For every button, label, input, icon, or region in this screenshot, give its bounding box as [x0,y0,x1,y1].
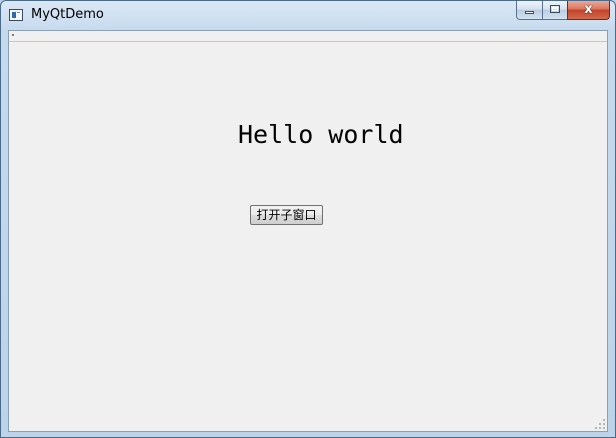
main-window: MyQtDemo x Hello world 打开子窗口 [0,0,616,438]
size-grip[interactable] [595,419,605,429]
minimize-button[interactable] [516,1,542,20]
central-widget: Hello world 打开子窗口 [8,30,608,432]
maximize-icon [550,5,560,13]
maximize-button[interactable] [542,1,567,20]
open-child-window-button[interactable]: 打开子窗口 [250,205,323,225]
close-icon: x [584,2,593,17]
menu-bar-handle [12,34,14,36]
title-bar[interactable]: MyQtDemo x [1,1,615,29]
minimize-icon [525,11,534,14]
app-window-icon[interactable] [9,9,23,21]
hello-label: Hello world [238,120,404,149]
window-title: MyQtDemo [31,7,104,22]
caption-buttons: x [516,1,610,21]
menu-bar[interactable] [9,31,607,42]
close-button[interactable]: x [567,1,610,20]
